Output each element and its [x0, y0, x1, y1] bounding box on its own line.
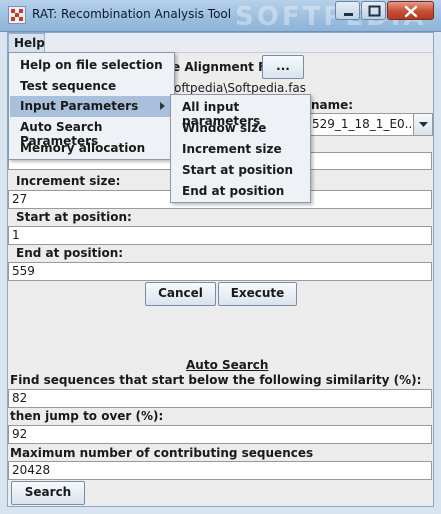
search-button[interactable]: Search: [11, 481, 85, 505]
menu-item-auto-search-parameters[interactable]: Auto Search Parameters: [10, 117, 173, 148]
jump-input[interactable]: 92: [8, 425, 432, 444]
window-title: RAT: Recombination Analysis Tool: [32, 7, 232, 21]
max-sequences-input[interactable]: 20428: [8, 461, 432, 480]
menu-item-input-parameters[interactable]: Input Parameters: [10, 96, 173, 117]
execute-button[interactable]: Execute: [218, 282, 297, 306]
similarity-label: Find sequences that start below the foll…: [10, 373, 422, 387]
start-position-label: Start at position:: [16, 210, 132, 224]
menu-item-test-sequence[interactable]: Test sequence: [10, 76, 173, 97]
cancel-button[interactable]: Cancel: [145, 282, 216, 306]
close-button[interactable]: [387, 1, 434, 20]
sequence-select-value: 529_1_18_1_E0...: [312, 117, 417, 131]
max-sequences-label: Maximum number of contributing sequences: [10, 446, 314, 460]
submenu-item-all-input-parameters[interactable]: All input parameters: [172, 97, 309, 128]
end-position-input[interactable]: 559: [8, 262, 432, 281]
minimize-icon: [344, 13, 353, 16]
auto-search-heading: Auto Search: [186, 358, 269, 372]
menu-help[interactable]: Help: [8, 33, 45, 53]
start-position-input[interactable]: 1: [8, 226, 432, 245]
file-path: oftpedia\Softpedia.fas: [174, 81, 307, 95]
sequence-dropdown-button[interactable]: [413, 114, 432, 135]
submenu-item-start-at-position[interactable]: Start at position: [172, 160, 309, 181]
sequence-name-label: name:: [311, 98, 354, 112]
chevron-down-icon: [419, 122, 428, 127]
menu-bar: [8, 33, 433, 53]
menu-item-help-file-selection[interactable]: Help on file selection: [10, 55, 173, 76]
increment-size-label: Increment size:: [16, 174, 121, 188]
browse-button[interactable]: ...: [262, 55, 304, 79]
jump-label: then jump to over (%):: [10, 409, 164, 423]
maximize-button[interactable]: [361, 1, 386, 20]
maximize-icon: [368, 5, 381, 17]
help-menu: Help on file selection Test sequence Inp…: [8, 52, 175, 160]
close-icon: [404, 5, 418, 18]
input-parameters-submenu: All input parameters Window size Increme…: [170, 94, 311, 203]
similarity-input[interactable]: 82: [8, 389, 432, 408]
end-position-label: End at position:: [16, 246, 124, 260]
menu-item-memory-allocation[interactable]: Memory allocation: [10, 138, 173, 159]
minimize-button[interactable]: [335, 1, 360, 20]
submenu-item-end-at-position[interactable]: End at position: [172, 181, 309, 202]
submenu-arrow-icon: [160, 102, 165, 110]
app-icon: [8, 6, 26, 24]
submenu-item-increment-size[interactable]: Increment size: [172, 139, 309, 160]
submenu-item-window-size[interactable]: Window size: [172, 118, 309, 139]
